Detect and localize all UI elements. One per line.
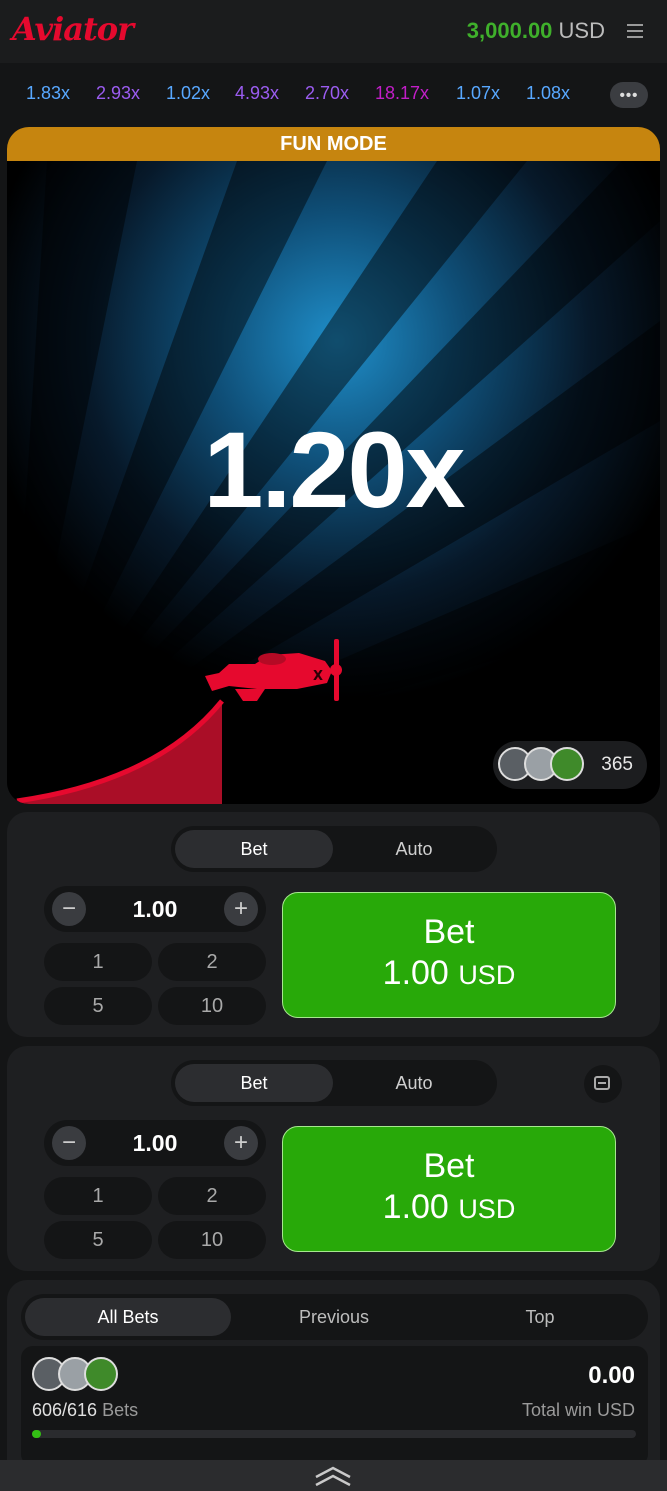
history-more-button[interactable]: ••• xyxy=(610,82,648,108)
quick-stake-button[interactable]: 5 xyxy=(44,1221,152,1259)
fun-mode-banner: FUN MODE xyxy=(7,127,660,161)
bet-mode-switch: Bet Auto xyxy=(171,1060,497,1106)
stake-stepper: − 1.00 + xyxy=(44,886,266,932)
game-area: FUN MODE X 1.20x 365 xyxy=(7,127,660,804)
tab-bet[interactable]: Bet xyxy=(175,830,333,868)
history-item: 1.02x xyxy=(166,83,211,103)
plus-icon[interactable]: + xyxy=(224,1126,258,1160)
bet-button[interactable]: Bet 1.00 USD xyxy=(282,892,616,1018)
bets-summary: 0.00 606/616 Bets Total win USD xyxy=(21,1346,648,1466)
quick-stake-button[interactable]: 1 xyxy=(44,1177,152,1215)
tab-all-bets[interactable]: All Bets xyxy=(25,1298,231,1336)
tab-auto[interactable]: Auto xyxy=(335,830,493,868)
bets-count-value: 606/616 xyxy=(32,1400,98,1420)
history-item: 2.93x xyxy=(96,83,141,103)
bet-button[interactable]: Bet 1.00 USD xyxy=(282,1126,616,1252)
plus-icon[interactable]: + xyxy=(224,892,258,926)
bet-currency: USD xyxy=(458,1194,516,1224)
chevron-up-icon xyxy=(315,1466,351,1487)
bet-panel-1: Bet Auto − 1.00 + 1 2 5 10 Bet 1.00 USD xyxy=(7,812,660,1037)
current-multiplier: 1.20x xyxy=(203,409,465,530)
quick-stake-button[interactable]: 1 xyxy=(44,943,152,981)
bet-button-amount: 1.00 USD xyxy=(283,954,615,993)
tab-top[interactable]: Top xyxy=(437,1298,643,1336)
bets-count-label: Bets xyxy=(102,1400,139,1420)
stake-stepper: − 1.00 + xyxy=(44,1120,266,1166)
bet-button-amount: 1.00 USD xyxy=(283,1188,615,1227)
bet-panel-2: Bet Auto − 1.00 + 1 2 5 10 Bet 1.00 USD xyxy=(7,1046,660,1271)
player-avatar xyxy=(550,747,584,781)
player-avatar xyxy=(84,1357,118,1391)
total-win-value: 0.00 xyxy=(588,1362,635,1389)
bets-progress xyxy=(32,1430,636,1438)
bet-amount: 1.00 xyxy=(382,1188,449,1226)
bet-button-title: Bet xyxy=(423,1147,475,1185)
balance-amount: 3,000.00 xyxy=(466,18,553,43)
quick-stake-button[interactable]: 10 xyxy=(158,1221,266,1259)
bets-count: 606/616 Bets xyxy=(32,1400,138,1421)
tab-auto[interactable]: Auto xyxy=(335,1064,493,1102)
history-item: 1.07x xyxy=(456,83,501,103)
balance-currency: USD xyxy=(558,18,605,43)
history-item: 2.70x xyxy=(305,83,350,103)
bet-currency: USD xyxy=(458,960,516,990)
svg-text:X: X xyxy=(313,669,323,684)
bet-amount: 1.00 xyxy=(382,954,449,992)
quick-stake-button[interactable]: 5 xyxy=(44,987,152,1025)
history-item: 18.17x xyxy=(375,83,430,103)
total-win-label: Total win USD xyxy=(521,1400,635,1420)
multiplier-history: 1.83x 2.93x 1.02x 4.93x 2.70x 18.17x 1.0… xyxy=(0,63,667,125)
tab-bet[interactable]: Bet xyxy=(175,1064,333,1102)
quick-stake-button[interactable]: 2 xyxy=(158,943,266,981)
quick-stake-button[interactable]: 2 xyxy=(158,1177,266,1215)
hamburger-menu-icon[interactable] xyxy=(627,24,643,38)
players-count: 365 xyxy=(601,754,633,775)
aviator-logo: Aviator xyxy=(12,10,134,48)
history-fade xyxy=(575,78,610,110)
quick-stake-button[interactable]: 10 xyxy=(158,987,266,1025)
bet-mode-switch: Bet Auto xyxy=(171,826,497,872)
history-item: 1.08x xyxy=(526,83,571,103)
tab-previous[interactable]: Previous xyxy=(231,1298,437,1336)
history-item: 4.93x xyxy=(235,83,280,103)
bets-tabs: All Bets Previous Top xyxy=(21,1294,648,1340)
history-item: 1.83x xyxy=(26,83,71,103)
online-players: 365 xyxy=(493,741,647,789)
balance: 3,000.00 USD xyxy=(467,18,605,44)
bets-progress-fill xyxy=(32,1430,42,1438)
bets-section: All Bets Previous Top 0.00 606/616 Bets … xyxy=(7,1280,660,1480)
bet-button-title: Bet xyxy=(423,913,475,951)
bottom-drawer-handle[interactable] xyxy=(0,1460,667,1491)
remove-panel-button[interactable] xyxy=(584,1065,622,1103)
minus-box-icon xyxy=(594,1076,610,1090)
top-bar: Aviator 3,000.00 USD xyxy=(0,0,667,63)
